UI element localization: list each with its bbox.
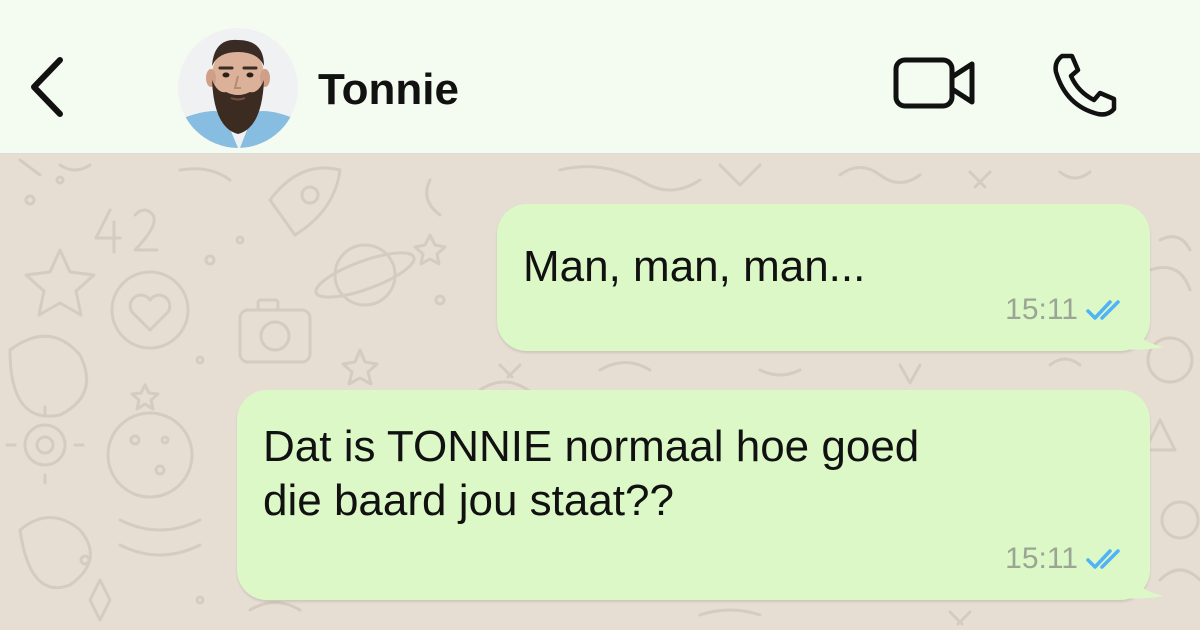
message-bubble[interactable]: Dat is TONNIE normaal hoe goed die baard… (237, 390, 1164, 600)
video-call-button[interactable] (890, 52, 982, 114)
message-meta: 15:11 (1005, 293, 1130, 327)
message-meta: 15:11 (1005, 542, 1130, 576)
bubble-tail (1124, 560, 1164, 599)
message-line: Dat is TONNIE normaal hoe goed (263, 422, 920, 471)
message-time: 15:11 (1005, 293, 1078, 326)
message-text: Dat is TONNIE normaal hoe goed die baard… (263, 420, 919, 528)
avatar-photo (178, 28, 298, 148)
back-button[interactable] (22, 52, 72, 122)
video-camera-icon (893, 57, 975, 109)
chevron-left-icon (31, 57, 63, 117)
phone-icon (1053, 53, 1117, 117)
message-bubble[interactable]: Man, man, man... 15:11 (497, 204, 1164, 351)
chat-header: Tonnie (0, 0, 1200, 154)
message-line: die baard jou staat?? (263, 476, 674, 525)
chat-screen: Tonnie Man, man, man... 15:11 Dat is TON… (0, 0, 1200, 630)
contact-name[interactable]: Tonnie (318, 62, 459, 118)
message-time: 15:11 (1005, 542, 1078, 575)
contact-avatar[interactable] (178, 28, 298, 148)
voice-call-button[interactable] (1046, 50, 1122, 118)
message-text: Man, man, man... (523, 242, 866, 291)
bubble-tail (1124, 311, 1164, 350)
